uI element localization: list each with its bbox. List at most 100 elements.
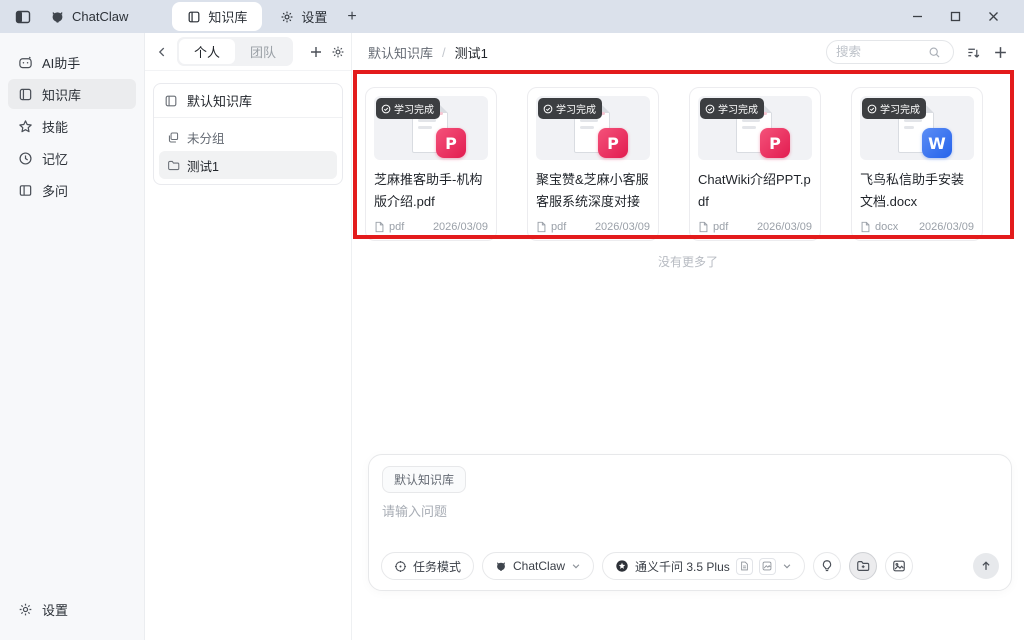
target-icon (394, 560, 407, 573)
stack-icon (167, 131, 180, 144)
sort-button[interactable] (966, 45, 981, 60)
file-type-label: docx (875, 221, 898, 233)
gear-icon (18, 602, 33, 617)
document-date: 2026/03/09 (919, 221, 974, 233)
arrow-up-icon (980, 560, 992, 572)
sidebar-item-memory[interactable]: 记忆 (8, 143, 136, 173)
add-knowledge-base-button[interactable] (309, 41, 323, 63)
model-label: 通义千问 3.5 Plus (635, 558, 730, 575)
sidebar-item-label: 知识库 (42, 85, 81, 104)
document-meta: pdf 2026/03/09 (374, 221, 488, 233)
model-logo-icon (615, 559, 629, 573)
sidebar-item-knowledge-base[interactable]: 知识库 (8, 79, 136, 109)
gear-icon (280, 10, 294, 24)
maximize-button[interactable] (936, 4, 974, 30)
search-input[interactable] (836, 45, 922, 59)
check-circle-icon (381, 104, 391, 114)
document-card[interactable]: 学习完成 P 聚宝赞&芝麻小客服客服系统深度对接功能方... (527, 87, 659, 241)
model-selector[interactable]: 通义千问 3.5 Plus (602, 552, 805, 580)
pdf-logo-icon: P (598, 128, 628, 158)
upload-image-button[interactable] (885, 552, 913, 580)
status-badge: 学习完成 (538, 98, 602, 119)
back-button[interactable] (155, 45, 169, 59)
agent-selector[interactable]: ChatClaw (482, 552, 594, 580)
clock-icon (18, 151, 33, 166)
document-thumbnail: 学习完成 P (374, 96, 488, 160)
robot-icon (18, 55, 33, 70)
segment-team[interactable]: 团队 (235, 39, 291, 64)
sidebar-item-skills[interactable]: 技能 (8, 111, 136, 141)
image-capability-icon (759, 558, 776, 575)
gear-icon (331, 45, 345, 59)
sidebar-toggle-button[interactable] (12, 6, 34, 28)
kb-context-chip[interactable]: 默认知识库 (382, 466, 466, 493)
task-mode-label: 任务模式 (413, 558, 461, 575)
send-button[interactable] (973, 553, 999, 579)
task-mode-button[interactable]: 任务模式 (381, 552, 474, 580)
file-icon (860, 221, 871, 233)
breadcrumb-root[interactable]: 默认知识库 (368, 43, 433, 62)
document-date: 2026/03/09 (595, 221, 650, 233)
deep-think-button[interactable] (813, 552, 841, 580)
sidebar-item-label: 设置 (42, 600, 68, 619)
window-controls (898, 4, 1012, 30)
chevron-down-icon (782, 561, 792, 571)
folder-plus-icon (856, 559, 870, 573)
scope-segmented-control: 个人 团队 (177, 37, 293, 66)
document-card[interactable]: 学习完成 P 芝麻推客助手-机构版介绍.pdf pdf (365, 87, 497, 241)
tab-knowledge-base[interactable]: 知识库 (172, 2, 262, 31)
content-header: 默认知识库 / 测试1 (352, 33, 1024, 71)
lightbulb-icon (820, 559, 834, 573)
document-card[interactable]: 学习完成 P ChatWiki介绍PPT.pdf pdf (689, 87, 821, 241)
attach-kb-button[interactable] (849, 552, 877, 580)
check-circle-icon (867, 104, 877, 114)
tab-settings[interactable]: 设置 (272, 2, 335, 31)
minimize-button[interactable] (898, 4, 936, 30)
segment-personal[interactable]: 个人 (179, 39, 235, 64)
kb-item-label: 默认知识库 (187, 91, 252, 110)
kb-panel-header: 个人 团队 (145, 33, 351, 71)
minimize-icon (912, 11, 923, 22)
sidebar-spacer (8, 207, 136, 594)
search-icon (928, 46, 941, 59)
composer-toolbar: 任务模式 ChatClaw 通义千问 3.5 Plus (381, 552, 999, 580)
sidebar-item-label: 技能 (42, 117, 68, 136)
file-icon (374, 221, 385, 233)
kb-item-default[interactable]: 默认知识库 (154, 84, 342, 118)
sidebar-item-multi-ask[interactable]: 多问 (8, 175, 136, 205)
chatclaw-logo-icon (50, 9, 65, 24)
check-circle-icon (543, 104, 553, 114)
document-title: 芝麻推客助手-机构版介绍.pdf (374, 169, 488, 214)
document-thumbnail: 学习完成 P (536, 96, 650, 160)
file-type-label: pdf (551, 221, 566, 233)
question-input[interactable] (382, 504, 998, 519)
doc-capability-icon (736, 558, 753, 575)
knowledge-base-panel: 个人 团队 默认知识库 (145, 33, 352, 640)
document-thumbnail: 学习完成 P (698, 96, 812, 160)
chevron-down-icon (571, 561, 581, 571)
file-type-label: pdf (389, 221, 404, 233)
tab-label: 设置 (301, 7, 327, 26)
document-card-list: 学习完成 P 芝麻推客助手-机构版介绍.pdf pdf (352, 71, 1024, 241)
chat-composer: 默认知识库 任务模式 ChatClaw (368, 454, 1012, 591)
book-icon (164, 94, 178, 108)
kb-group-label: 未分组 (187, 128, 225, 147)
close-button[interactable] (974, 4, 1012, 30)
status-badge: 学习完成 (862, 98, 926, 119)
document-title: 聚宝赞&芝麻小客服客服系统深度对接功能方... (536, 169, 650, 214)
book-icon (187, 10, 201, 24)
new-tab-button[interactable]: + (347, 8, 356, 26)
sidebar-item-ai-assistant[interactable]: AI助手 (8, 47, 136, 77)
word-logo-icon: W (922, 128, 952, 158)
folder-icon (167, 159, 180, 172)
document-card[interactable]: 学习完成 W 飞鸟私信助手安装文档.docx docx (851, 87, 983, 241)
add-document-button[interactable] (993, 45, 1008, 60)
kb-group-ungrouped[interactable]: 未分组 (159, 123, 337, 151)
file-icon (698, 221, 709, 233)
kb-tree-container: 默认知识库 未分组 测试1 (153, 83, 343, 185)
search-box[interactable] (826, 40, 954, 64)
plus-icon: + (347, 8, 356, 25)
kb-settings-button[interactable] (331, 41, 345, 63)
kb-group-test1[interactable]: 测试1 (159, 151, 337, 179)
sidebar-item-settings[interactable]: 设置 (8, 594, 136, 624)
